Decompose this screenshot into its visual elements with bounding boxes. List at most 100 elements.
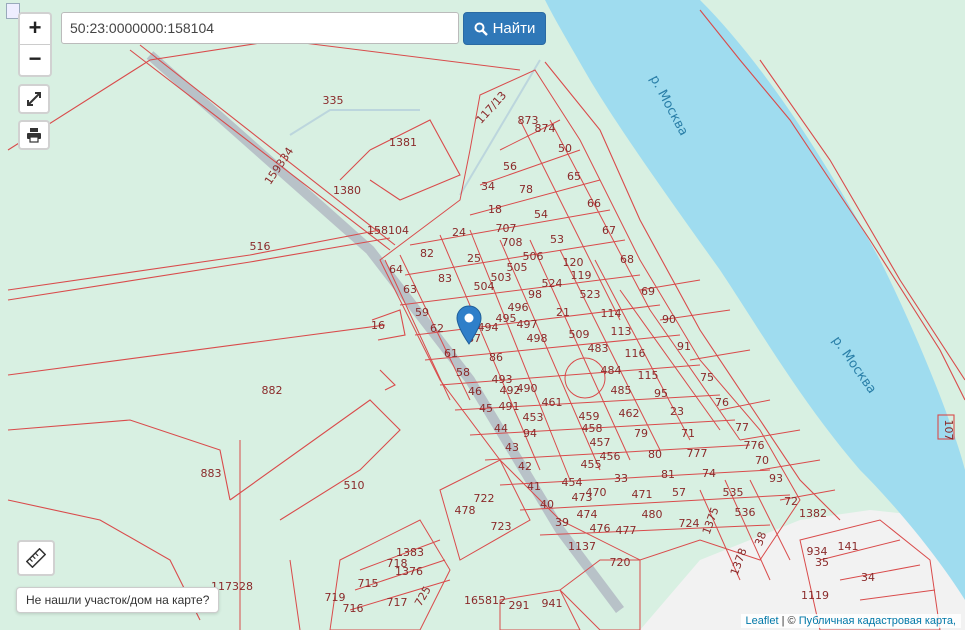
parcel-label[interactable]: 471 [632, 488, 653, 501]
parcel-label[interactable]: 722 [474, 492, 495, 505]
parcel-label[interactable]: 724 [679, 517, 700, 530]
attribution-source-link[interactable]: Публичная кадастровая карта, [799, 615, 956, 627]
parcel-label[interactable]: 76 [715, 396, 729, 409]
leaflet-link[interactable]: Leaflet [746, 615, 779, 627]
parcel-label[interactable]: 454 [562, 476, 583, 489]
parcel-label[interactable]: 58 [456, 366, 470, 379]
zoom-out-button[interactable]: − [20, 44, 50, 75]
parcel-label[interactable]: 717 [387, 596, 408, 609]
parcel-label[interactable]: 335 [323, 94, 344, 107]
parcel-label[interactable]: 509 [569, 328, 590, 341]
parcel-label[interactable]: 45 [479, 402, 493, 415]
parcel-label[interactable]: 707 [496, 222, 517, 235]
parcel-label[interactable]: 43 [505, 441, 519, 454]
parcel-label[interactable]: 74 [702, 467, 716, 480]
parcel-label[interactable]: 68 [620, 253, 634, 266]
parcel-label[interactable]: 42 [518, 460, 532, 473]
parcel-label[interactable]: 23 [670, 405, 684, 418]
location-marker-icon[interactable] [456, 305, 482, 345]
parcel-label[interactable]: 483 [588, 342, 609, 355]
parcel-label[interactable]: 113 [611, 325, 632, 338]
parcel-label[interactable]: 524 [542, 277, 563, 290]
parcel-label[interactable]: 882 [262, 384, 283, 397]
parcel-label[interactable]: 497 [517, 318, 538, 331]
parcel-label[interactable]: 40 [540, 498, 554, 511]
parcel-label[interactable]: 462 [619, 407, 640, 420]
parcel-label[interactable]: 1382 [799, 507, 827, 520]
parcel-label[interactable]: 158104 [367, 224, 409, 237]
parcel-label[interactable]: 941 [542, 597, 563, 610]
parcel-label[interactable]: 54 [534, 208, 548, 221]
parcel-label[interactable]: 107 [942, 420, 955, 441]
parcel-label[interactable]: 456 [600, 450, 621, 463]
parcel-label[interactable]: 21 [556, 306, 570, 319]
parcel-label[interactable]: 1380 [333, 184, 361, 197]
parcel-label[interactable]: 62 [430, 322, 444, 335]
parcel-label[interactable]: 79 [634, 427, 648, 440]
parcel-label[interactable]: 474 [577, 508, 598, 521]
parcel-label[interactable]: 71 [681, 427, 695, 440]
parcel-label[interactable]: 476 [590, 522, 611, 535]
print-button[interactable] [18, 120, 50, 150]
parcel-label[interactable]: 93 [769, 472, 783, 485]
parcel-label[interactable]: 504 [474, 280, 495, 293]
parcel-label[interactable]: 25 [467, 252, 481, 265]
parcel-label[interactable]: 165812 [464, 594, 506, 607]
measure-button[interactable] [17, 540, 55, 576]
parcel-label[interactable]: 776 [744, 439, 765, 452]
parcel-label[interactable]: 81 [661, 468, 675, 481]
parcel-label[interactable]: 718 [387, 557, 408, 570]
parcel-label[interactable]: 478 [455, 504, 476, 517]
parcel-label[interactable]: 498 [527, 332, 548, 345]
parcel-label[interactable]: 65 [567, 170, 581, 183]
parcel-label[interactable]: 67 [602, 224, 616, 237]
parcel-label[interactable]: 33 [614, 472, 628, 485]
parcel-label[interactable]: 56 [503, 160, 517, 173]
parcel-label[interactable]: 44 [494, 422, 508, 435]
parcel-label[interactable]: 61 [444, 347, 458, 360]
parcel-label[interactable]: 723 [491, 520, 512, 533]
parcel-label[interactable]: 59 [415, 306, 429, 319]
parcel-label[interactable]: 95 [654, 387, 668, 400]
parcel-label[interactable]: 63 [403, 283, 417, 296]
parcel-label[interactable]: 66 [587, 197, 601, 210]
parcel-label[interactable]: 458 [582, 422, 603, 435]
parcel-label[interactable]: 715 [358, 577, 379, 590]
parcel-label[interactable]: 120 [563, 256, 584, 269]
map-canvas[interactable]: 335 1381 1380 159334 516 158104 16 882 883 510 117… [0, 0, 965, 630]
cadastral-search-input[interactable] [61, 12, 459, 44]
parcel-label[interactable]: 94 [523, 427, 537, 440]
parcel-label[interactable]: 35 [815, 556, 829, 569]
parcel-label[interactable]: 98 [528, 288, 542, 301]
parcel-label[interactable]: 777 [687, 447, 708, 460]
not-found-parcel-button[interactable]: Не нашли участок/дом на карте? [16, 587, 220, 613]
search-button[interactable]: Найти [463, 12, 546, 45]
parcel-label[interactable]: 50 [558, 142, 572, 155]
parcel-label[interactable]: 86 [489, 351, 503, 364]
parcel-label[interactable]: 78 [519, 183, 533, 196]
parcel-label[interactable]: 69 [641, 285, 655, 298]
parcel-label[interactable]: 716 [343, 602, 364, 615]
parcel-label[interactable]: 16 [371, 319, 385, 332]
cadastral-map[interactable]: 3351381138015933451615810416882883510117… [0, 0, 965, 630]
parcel-label[interactable]: 485 [611, 384, 632, 397]
parcel-label[interactable]: 46 [468, 385, 482, 398]
parcel-label[interactable]: 480 [642, 508, 663, 521]
parcel-label[interactable]: 90 [662, 313, 676, 326]
parcel-label[interactable]: 141 [838, 540, 859, 553]
parcel-label[interactable]: 80 [648, 448, 662, 461]
parcel-label[interactable]: 708 [502, 236, 523, 249]
parcel-label[interactable]: 874 [535, 122, 556, 135]
parcel-label[interactable]: 116 [625, 347, 646, 360]
parcel-label[interactable]: 523 [580, 288, 601, 301]
parcel-label[interactable]: 490 [517, 382, 538, 395]
parcel-label[interactable]: 24 [452, 226, 466, 239]
parcel-label[interactable]: 70 [755, 454, 769, 467]
parcel-label[interactable]: 453 [523, 411, 544, 424]
parcel-label[interactable]: 53 [550, 233, 564, 246]
parcel-label[interactable]: 506 [523, 250, 544, 263]
parcel-label[interactable]: 510 [344, 479, 365, 492]
parcel-label[interactable]: 457 [590, 436, 611, 449]
parcel-label[interactable]: 516 [250, 240, 271, 253]
parcel-label[interactable]: 64 [389, 263, 403, 276]
